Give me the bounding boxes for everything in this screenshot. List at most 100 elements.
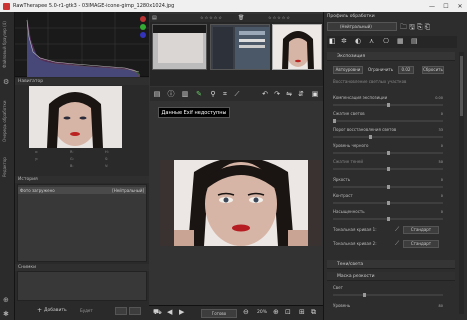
tab-file-browser[interactable]: Файловый браузер (4) <box>2 16 12 74</box>
snapshots-header[interactable]: Снимки <box>15 264 149 271</box>
folder-icon[interactable]: 🗀 <box>400 23 409 31</box>
tab-color-icon[interactable]: ◐ <box>355 37 361 45</box>
zoom-100-icon[interactable]: ⊞ <box>299 308 305 316</box>
scrollbar-thumb[interactable] <box>460 56 463 116</box>
blue-channel-toggle[interactable] <box>140 32 146 38</box>
navigator-header[interactable]: Навигатор <box>15 78 149 85</box>
tab-metadata-icon[interactable]: ▤ <box>411 37 418 45</box>
slider-handle[interactable] <box>387 151 390 155</box>
curve-icon[interactable]: ⟋ <box>395 226 399 234</box>
light-slider[interactable] <box>333 293 443 297</box>
flip-vertical-icon[interactable]: ⇵ <box>296 89 306 99</box>
highlight-reconstruction-row[interactable]: Восстановление светлых участков <box>333 78 443 86</box>
profile-select[interactable]: (Нейтральный) <box>327 22 397 31</box>
tone-curve-1-mode[interactable]: Стандарт <box>403 226 439 234</box>
left-option-button-2[interactable] <box>129 307 141 315</box>
crop-icon[interactable]: ⌗ <box>220 89 230 99</box>
previous-image-icon[interactable]: ◀ <box>167 308 172 316</box>
save-icon[interactable]: 🖫 <box>409 23 417 31</box>
main-preview-image[interactable] <box>160 160 322 246</box>
rotate-right-icon[interactable]: ↷ <box>272 89 282 99</box>
highlight-threshold-value[interactable]: 33 <box>439 126 443 134</box>
slider-handle[interactable] <box>369 135 372 139</box>
tab-transform-icon[interactable]: ⎔ <box>383 37 389 45</box>
contrast-slider[interactable] <box>333 201 443 205</box>
clip-value-input[interactable]: 0.02 <box>398 66 414 74</box>
exposure-section-header[interactable]: Экспозиция <box>327 52 455 61</box>
saturation-value[interactable]: 0 <box>441 208 443 216</box>
sharpen-section[interactable]: Маска резкости <box>327 272 455 281</box>
zoom-out-icon[interactable]: ⊖ <box>243 308 249 316</box>
new-window-icon[interactable]: ⧉ <box>311 308 316 317</box>
slider-handle[interactable] <box>387 167 390 171</box>
curve-icon[interactable]: ⟋ <box>395 240 399 248</box>
history-header[interactable]: История <box>15 176 149 183</box>
exposure-comp-value[interactable]: 0.00 <box>435 94 443 102</box>
saturation-slider[interactable] <box>333 217 443 221</box>
rating-stars-2[interactable]: ☆☆☆☆☆ <box>268 15 291 20</box>
exposure-comp-slider[interactable] <box>333 103 443 107</box>
black-level-value[interactable]: 0 <box>441 142 443 150</box>
tab-detail-icon[interactable]: ✲ <box>341 37 347 45</box>
maximize-button[interactable]: ☐ <box>439 3 453 10</box>
shadows-highlights-section[interactable]: Тени/света <box>327 260 455 269</box>
rating-stars[interactable]: ☆☆☆☆☆ <box>200 15 223 20</box>
highlight-compression-slider[interactable] <box>333 119 443 123</box>
lightness-slider[interactable] <box>333 185 443 189</box>
slider-handle[interactable] <box>363 293 366 297</box>
shadow-compression-value[interactable]: 50 <box>439 158 443 166</box>
tab-queue[interactable]: Очередь обработки <box>2 92 12 150</box>
slider-handle[interactable] <box>387 217 390 221</box>
slider-handle[interactable] <box>387 103 390 107</box>
zoom-fit-icon[interactable]: ⊡ <box>285 308 291 316</box>
lightness-value[interactable]: 0 <box>441 176 443 184</box>
black-level-slider[interactable] <box>333 151 443 155</box>
thumbnail-photo[interactable] <box>152 24 207 70</box>
thumbnail-portrait-selected[interactable] <box>272 24 322 70</box>
tab-editor[interactable]: Редактор <box>2 152 12 182</box>
paste-icon[interactable]: ⎗ <box>425 23 433 31</box>
gear-icon[interactable]: ⚙ <box>3 78 11 86</box>
add-snapshot-button[interactable]: Добавить <box>44 308 67 313</box>
highlight-threshold-slider[interactable] <box>333 135 443 139</box>
slider-handle[interactable] <box>387 201 390 205</box>
copy-icon[interactable]: ⎘ <box>417 23 425 31</box>
next-image-icon[interactable]: ▶ <box>179 308 184 316</box>
trash-icon[interactable]: 🗑 <box>238 15 244 21</box>
contrast-value[interactable]: 0 <box>441 192 443 200</box>
straighten-icon[interactable]: ⟋ <box>232 89 242 99</box>
crosshair-icon[interactable]: ⊕ <box>3 296 11 304</box>
right-scrollbar[interactable] <box>459 52 464 314</box>
highlight-compression-value[interactable]: 0 <box>441 110 443 118</box>
flip-horizontal-icon[interactable]: ⇋ <box>284 89 294 99</box>
tab-exposure-icon[interactable]: ◧ <box>329 37 336 45</box>
green-channel-toggle[interactable] <box>140 24 146 30</box>
filmstrip-toggle-icon[interactable]: ⛟ <box>153 308 162 317</box>
left-option-button-1[interactable] <box>115 307 127 315</box>
zoom-in-icon[interactable]: ⊕ <box>273 308 279 316</box>
rotate-left-icon[interactable]: ↶ <box>260 89 270 99</box>
grid-icon[interactable]: ▤ <box>152 15 157 21</box>
red-channel-toggle[interactable] <box>140 16 146 22</box>
shadow-compression-slider[interactable] <box>333 167 443 171</box>
auto-levels-button[interactable]: Автоуровни <box>333 66 363 74</box>
thumbnail-screenshot[interactable] <box>210 24 270 70</box>
slider-handle[interactable] <box>333 119 336 123</box>
slider-handle[interactable] <box>387 185 390 189</box>
reset-button[interactable]: Сбросить <box>422 66 444 74</box>
settings-icon[interactable]: ✱ <box>3 310 11 318</box>
navigator-preview[interactable] <box>29 86 122 148</box>
panel-toggle-icon[interactable]: ▤ <box>152 89 162 99</box>
history-row[interactable]: Фото загружено [Нейтральный] <box>18 187 146 194</box>
minimize-button[interactable]: — <box>425 3 439 10</box>
tab-advanced-icon[interactable]: ⋏ <box>369 37 374 45</box>
color-picker-icon[interactable]: ✎ <box>194 89 204 99</box>
info-icon[interactable]: ⓘ <box>166 89 176 99</box>
done-button[interactable]: Готово <box>201 309 237 318</box>
tone-curve-2-mode[interactable]: Стандарт <box>403 240 439 248</box>
wb-picker-icon[interactable]: ⚲ <box>208 89 218 99</box>
detail-window-icon[interactable]: ▣ <box>310 89 320 99</box>
level-value[interactable]: 80 <box>439 302 443 310</box>
tab-raw-icon[interactable]: ▦ <box>397 37 404 45</box>
before-after-icon[interactable]: ▥ <box>180 89 190 99</box>
